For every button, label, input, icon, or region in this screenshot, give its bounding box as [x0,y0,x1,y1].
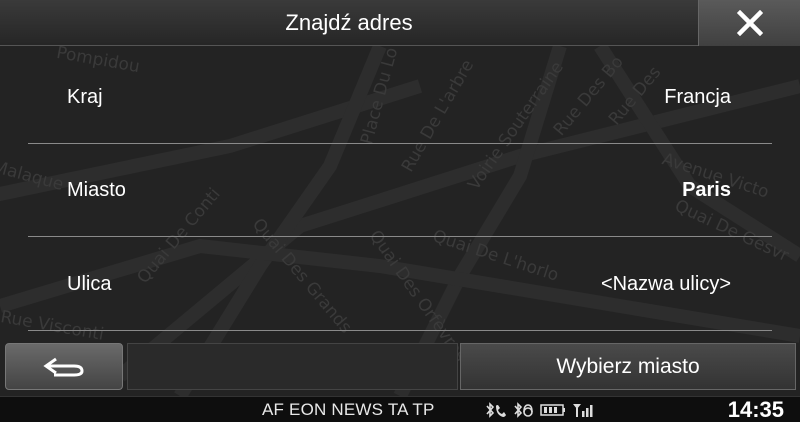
status-icons [484,401,594,419]
status-bar: AF EON NEWS TA TP 14:35 [0,396,800,422]
back-arrow-icon [43,357,84,376]
select-city-button[interactable]: Wybierz miasto [460,343,796,390]
city-label: Miasto [67,179,126,201]
city-row[interactable]: Miasto Paris [28,143,772,237]
country-value: Francja [664,86,731,108]
page-title: Znajdź adres [285,10,413,35]
street-label: Ulica [67,273,112,295]
battery-icon [540,401,566,419]
street-row[interactable]: Ulica <Nazwa ulicy> [28,237,772,331]
back-button[interactable] [5,343,123,390]
street-value: <Nazwa ulicy> [600,273,731,295]
empty-panel [127,343,458,390]
bottom-toolbar: Wybierz miasto [0,338,800,396]
header-bar: Znajdź adres [0,0,800,46]
rds-indicators: AF EON NEWS TA TP [262,400,435,419]
bluetooth-phone-icon [484,401,506,419]
bluetooth-audio-icon [512,401,534,419]
clock: 14:35 [727,397,784,422]
country-label: Kraj [67,86,103,108]
city-value: Paris [682,179,731,201]
close-button[interactable] [698,0,800,46]
country-row[interactable]: Kraj Francja [28,50,772,144]
signal-icon [572,401,594,419]
close-icon [736,10,763,36]
